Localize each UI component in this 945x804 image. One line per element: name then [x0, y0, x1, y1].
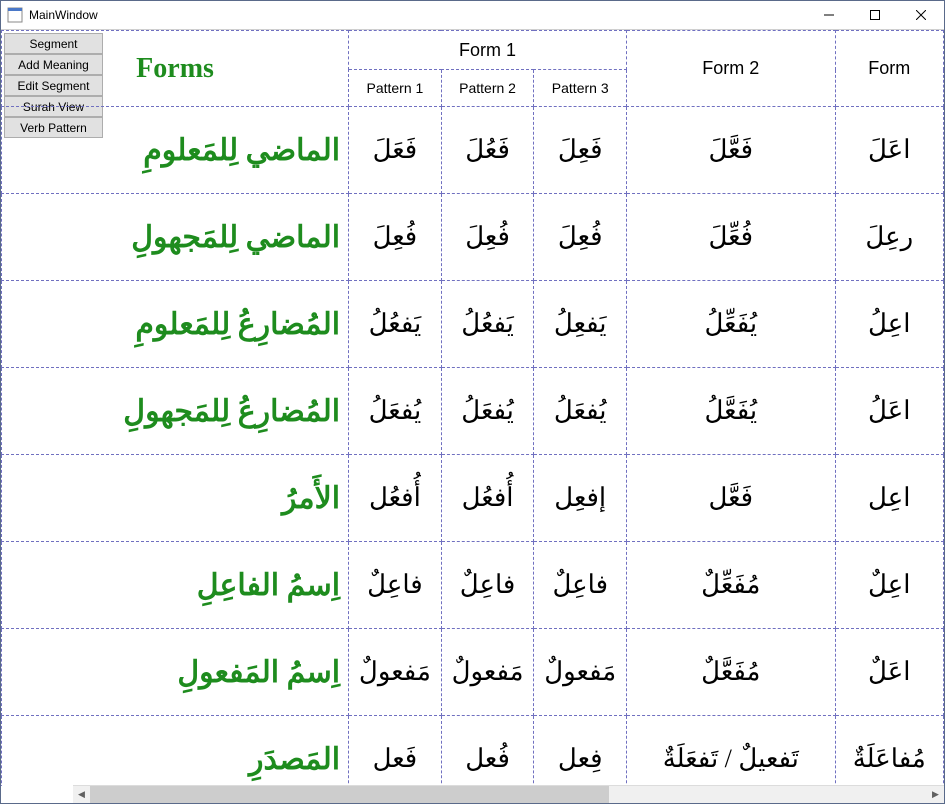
horizontal-scrollbar[interactable]: ◀ ▶ — [73, 785, 944, 803]
cell: فاعِلٌ — [349, 542, 442, 629]
cell: فَعل — [349, 716, 442, 787]
cell: فَعِلَ — [534, 107, 627, 194]
table-row: الأَمرُأُفعُلأُفعُلإفعِلفَعَّلاعِل — [2, 455, 944, 542]
cell: فُعِلَ — [441, 194, 534, 281]
form1-header: Form 1 — [349, 31, 627, 70]
window-title: MainWindow — [29, 8, 98, 22]
cell: فَعُلَ — [441, 107, 534, 194]
cell: اعِل — [835, 455, 943, 542]
cell: يَفعُلُ — [441, 281, 534, 368]
cell: أُفعُل — [349, 455, 442, 542]
cell: يَفعِلُ — [534, 281, 627, 368]
pattern1-header: Pattern 1 — [349, 70, 442, 107]
row-label: المُضارِعُ لِلمَجهولِ — [2, 368, 349, 455]
cell: إفعِل — [534, 455, 627, 542]
cell: يُفعَلُ — [441, 368, 534, 455]
table-row: المُضارِعُ لِلمَجهولِيُفعَلُيُفعَلُيُفعَ… — [2, 368, 944, 455]
verb-pattern-table: Forms Form 1 Form 2 Form Pattern 1 Patte… — [1, 30, 944, 786]
cell: فُعِّلَ — [627, 194, 836, 281]
cell: فاعِلٌ — [441, 542, 534, 629]
scroll-left-arrow[interactable]: ◀ — [73, 786, 90, 803]
cell: فَعَّل — [627, 455, 836, 542]
table-row: المُضارِعُ لِلمَعلومِيَفعُلُيَفعُلُيَفعِ… — [2, 281, 944, 368]
scroll-right-arrow[interactable]: ▶ — [927, 786, 944, 803]
cell: رعِلَ — [835, 194, 943, 281]
cell: مَفعولٌ — [441, 629, 534, 716]
cell: مَفعولٌ — [349, 629, 442, 716]
row-label: الماضي لِلمَعلومِ — [2, 107, 349, 194]
pattern2-header: Pattern 2 — [441, 70, 534, 107]
cell: مَفعولٌ — [534, 629, 627, 716]
minimize-button[interactable] — [806, 1, 852, 29]
cell: فُعِلَ — [349, 194, 442, 281]
row-label: الأَمرُ — [2, 455, 349, 542]
table-row: اِسمُ الفاعِلِفاعِلٌفاعِلٌفاعِلٌمُفَعِّل… — [2, 542, 944, 629]
row-label: المَصدَرِ — [2, 716, 349, 787]
cell: فَعَّلَ — [627, 107, 836, 194]
cell: فاعِلٌ — [534, 542, 627, 629]
cell: اعِلُ — [835, 281, 943, 368]
table-row: المَصدَرِفَعلفُعلفِعلتَفعيلٌ / تَفعَلَةٌ… — [2, 716, 944, 787]
row-label: الماضي لِلمَجهولِ — [2, 194, 349, 281]
row-label: اِسمُ الفاعِلِ — [2, 542, 349, 629]
forms-corner: Forms — [2, 31, 349, 107]
cell: يُفعَلُ — [349, 368, 442, 455]
scroll-track[interactable] — [90, 786, 927, 803]
cell: اعَلُ — [835, 368, 943, 455]
app-icon — [7, 7, 23, 23]
cell: فُعل — [441, 716, 534, 787]
cell: فَعَلَ — [349, 107, 442, 194]
titlebar[interactable]: MainWindow — [1, 1, 944, 30]
cell: اعَلَ — [835, 107, 943, 194]
row-label: اِسمُ المَفعولِ — [2, 629, 349, 716]
cell: فِعل — [534, 716, 627, 787]
form2-header: Form 2 — [627, 31, 836, 107]
row-label: المُضارِعُ لِلمَعلومِ — [2, 281, 349, 368]
table-row: الماضي لِلمَجهولِفُعِلَفُعِلَفُعِلَفُعِّ… — [2, 194, 944, 281]
main-view: Forms Form 1 Form 2 Form Pattern 1 Patte… — [1, 30, 944, 786]
cell: يَفعُلُ — [349, 281, 442, 368]
cell: يُفَعِّلُ — [627, 281, 836, 368]
cell: يُفَعَّلُ — [627, 368, 836, 455]
maximize-button[interactable] — [852, 1, 898, 29]
cell: يُفعَلُ — [534, 368, 627, 455]
cell: مُفَعِّلٌ — [627, 542, 836, 629]
table-row: الماضي لِلمَعلومِفَعَلَفَعُلَفَعِلَفَعَّ… — [2, 107, 944, 194]
cell: اعِلٌ — [835, 542, 943, 629]
cell: اعَلٌ — [835, 629, 943, 716]
cell: تَفعيلٌ / تَفعَلَةٌ — [627, 716, 836, 787]
cell: فُعِلَ — [534, 194, 627, 281]
cell: مُفاعَلَةٌ — [835, 716, 943, 787]
form3-header: Form — [835, 31, 943, 107]
scroll-thumb[interactable] — [90, 786, 609, 803]
table-row: اِسمُ المَفعولِمَفعولٌمَفعولٌمَفعولٌمُفَ… — [2, 629, 944, 716]
pattern3-header: Pattern 3 — [534, 70, 627, 107]
close-button[interactable] — [898, 1, 944, 29]
cell: أُفعُل — [441, 455, 534, 542]
cell: مُفَعَّلٌ — [627, 629, 836, 716]
